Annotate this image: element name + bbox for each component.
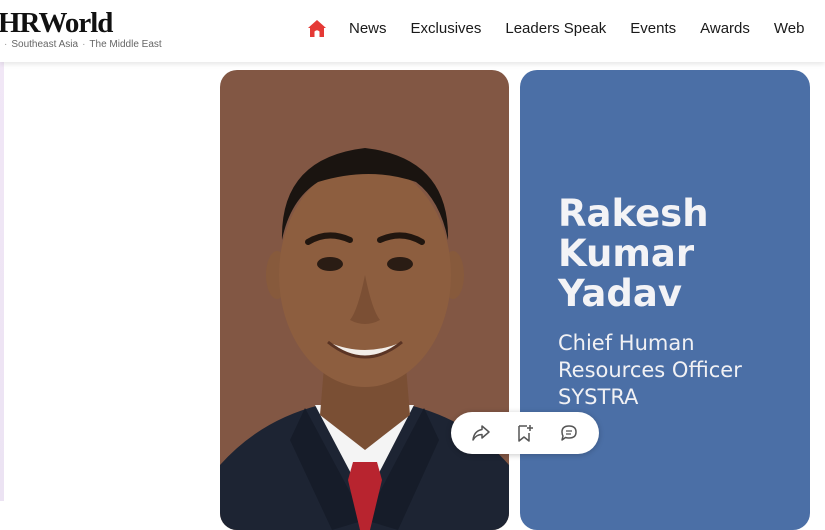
left-edge-strip: [0, 62, 4, 501]
person-title: Chief Human Resources Officer: [558, 330, 798, 384]
region-southeast-asia[interactable]: Southeast Asia: [11, 39, 78, 50]
nav-item-awards[interactable]: Awards: [700, 20, 750, 37]
person-portrait: [220, 148, 509, 530]
nav-item-events[interactable]: Events: [630, 20, 676, 37]
person-name: Rakesh Kumar Yadav: [558, 194, 798, 314]
site-logo[interactable]: HRWorld: [0, 6, 113, 40]
comment-button[interactable]: [556, 420, 582, 446]
share-button[interactable]: [468, 420, 494, 446]
bookmark-add-icon: [518, 425, 533, 442]
name-line: Kumar: [558, 232, 695, 275]
nav-home[interactable]: [306, 17, 328, 39]
nav-item-web[interactable]: Web: [774, 20, 805, 37]
separator-dot: ·: [4, 39, 8, 50]
name-line: Rakesh: [558, 192, 709, 235]
profile-photo-card: [220, 70, 509, 530]
site-header: HRWorld · Southeast Asia · The Middle East …: [0, 0, 825, 62]
title-line: Chief Human: [558, 331, 695, 355]
share-icon: [472, 425, 490, 441]
main-nav: News Exclusives Leaders Speak Events Awa…: [306, 16, 825, 40]
name-line: Yadav: [558, 272, 682, 315]
region-middle-east[interactable]: The Middle East: [89, 39, 161, 50]
separator-dot: ·: [82, 39, 86, 50]
home-icon: [308, 19, 326, 37]
title-line: Resources Officer: [558, 358, 742, 382]
region-links: · Southeast Asia · The Middle East: [0, 39, 162, 50]
nav-item-exclusives[interactable]: Exclusives: [411, 20, 482, 37]
profile-info-card: Rakesh Kumar Yadav Chief Human Resources…: [520, 70, 810, 530]
nav-item-leaders-speak[interactable]: Leaders Speak: [505, 20, 606, 37]
comment-icon: [561, 425, 577, 441]
nav-item-news[interactable]: News: [349, 20, 387, 37]
bookmark-button[interactable]: [512, 420, 538, 446]
person-company: SYSTRA: [558, 385, 639, 409]
article-actions-bar: [451, 412, 599, 454]
